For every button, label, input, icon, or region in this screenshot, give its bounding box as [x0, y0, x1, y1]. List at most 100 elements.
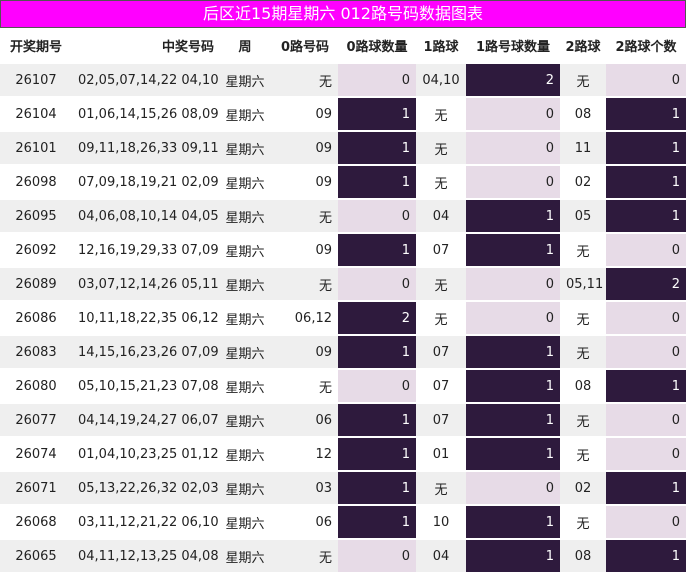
route2-numbers-cell: 无 — [560, 334, 606, 369]
route0-count-cell: 1 — [338, 334, 416, 369]
route0-count-cell: 1 — [338, 130, 416, 165]
route2-numbers-cell: 无 — [560, 504, 606, 539]
route0-count-cell: 1 — [338, 436, 416, 471]
header-route1-count: 1路号球数量 — [475, 39, 551, 55]
route2-numbers-cell: 05,11 — [560, 266, 606, 301]
issue-cell: 26086 — [0, 300, 72, 335]
numbers-cell: 02,05,07,14,22 04,10 — [72, 62, 219, 97]
issue-cell: 26083 — [0, 334, 72, 369]
route0-count-cell: 1 — [338, 164, 416, 199]
route1-count-cell: 1 — [466, 504, 560, 539]
route1-numbers-cell: 01 — [416, 436, 466, 471]
table-row: 26092 12,16,19,29,33 07,09 星期六 09 1 07 1 无 0 — [0, 232, 686, 267]
route1-count-cell: 1 — [466, 436, 560, 471]
route2-count-cell: 0 — [606, 402, 686, 437]
route1-count-cell: 0 — [466, 96, 560, 131]
week-cell: 星期六 — [218, 96, 272, 131]
numbers-cell: 01,04,10,23,25 01,12 — [72, 436, 219, 471]
week-cell: 星期六 — [218, 62, 272, 97]
route0-numbers-cell: 无 — [272, 266, 338, 301]
route0-numbers-cell: 无 — [272, 62, 338, 97]
numbers-cell: 12,16,19,29,33 07,09 — [72, 232, 219, 267]
route0-numbers-cell: 06,12 — [272, 300, 338, 335]
route0-count-cell: 1 — [338, 402, 416, 437]
route2-count-cell: 1 — [606, 130, 686, 165]
route0-count-cell: 1 — [338, 504, 416, 539]
route1-numbers-cell: 无 — [416, 266, 466, 301]
table-row: 26083 14,15,16,23,26 07,09 星期六 09 1 07 1 无 0 — [0, 334, 686, 369]
route1-count-cell: 0 — [466, 300, 560, 335]
week-cell: 星期六 — [218, 266, 272, 301]
route1-numbers-cell: 07 — [416, 402, 466, 437]
table-row: 26086 10,11,18,22,35 06,12 星期六 06,12 2 无 0 无 0 — [0, 300, 686, 335]
numbers-cell: 05,13,22,26,32 02,03 — [72, 470, 219, 505]
route0-numbers-cell: 无 — [272, 198, 338, 233]
route2-count-cell: 0 — [606, 334, 686, 369]
route2-numbers-cell: 02 — [560, 470, 606, 505]
table-row: 26101 09,11,18,26,33 09,11 星期六 09 1 无 0 11 1 — [0, 130, 686, 165]
route0-numbers-cell: 09 — [272, 96, 338, 131]
route2-count-cell: 2 — [606, 266, 686, 301]
table-row: 26071 05,13,22,26,32 02,03 星期六 03 1 无 0 02 1 — [0, 470, 686, 505]
route1-numbers-cell: 无 — [416, 470, 466, 505]
issue-cell: 26065 — [0, 538, 72, 572]
route1-numbers-cell: 07 — [416, 368, 466, 403]
week-cell: 星期六 — [218, 300, 272, 335]
header-route1-numbers: 1路球 — [423, 39, 459, 55]
route-data-table: 开奖期号 中奖号码 周 0路号码 0路球数量 1路球 1路号球数量 2路球 2路… — [0, 28, 686, 572]
numbers-cell: 10,11,18,22,35 06,12 — [72, 300, 219, 335]
route0-numbers-cell: 03 — [272, 470, 338, 505]
route0-count-cell: 0 — [338, 538, 416, 572]
numbers-cell: 01,06,14,15,26 08,09 — [72, 96, 219, 131]
header-route0-numbers: 0路号码 — [280, 39, 330, 55]
issue-cell: 26101 — [0, 130, 72, 165]
route1-count-cell: 0 — [466, 130, 560, 165]
issue-cell: 26071 — [0, 470, 72, 505]
issue-cell: 26095 — [0, 198, 72, 233]
route1-numbers-cell: 10 — [416, 504, 466, 539]
chart-title: 后区近15期星期六 012路号码数据图表 — [0, 0, 686, 28]
issue-cell: 26089 — [0, 266, 72, 301]
route2-numbers-cell: 05 — [560, 198, 606, 233]
route1-count-cell: 1 — [466, 538, 560, 572]
table-row: 26077 04,14,19,24,27 06,07 星期六 06 1 07 1 无 0 — [0, 402, 686, 437]
route1-count-cell: 0 — [466, 266, 560, 301]
route2-numbers-cell: 08 — [560, 96, 606, 131]
numbers-cell: 14,15,16,23,26 07,09 — [72, 334, 219, 369]
table-row: 26104 01,06,14,15,26 08,09 星期六 09 1 无 0 08 1 — [0, 96, 686, 131]
route1-numbers-cell: 无 — [416, 130, 466, 165]
route1-numbers-cell: 04 — [416, 538, 466, 572]
table-row: 26074 01,04,10,23,25 01,12 星期六 12 1 01 1 无 0 — [0, 436, 686, 471]
route1-numbers-cell: 无 — [416, 164, 466, 199]
route1-count-cell: 1 — [466, 232, 560, 267]
route0-count-cell: 0 — [338, 368, 416, 403]
route2-numbers-cell: 无 — [560, 402, 606, 437]
route1-count-cell: 1 — [466, 402, 560, 437]
route2-count-cell: 0 — [606, 232, 686, 267]
route2-count-cell: 0 — [606, 436, 686, 471]
route2-count-cell: 1 — [606, 198, 686, 233]
route0-count-cell: 2 — [338, 300, 416, 335]
route1-numbers-cell: 07 — [416, 334, 466, 369]
week-cell: 星期六 — [218, 504, 272, 539]
route2-count-cell: 1 — [606, 538, 686, 572]
route2-count-cell: 1 — [606, 470, 686, 505]
route0-numbers-cell: 09 — [272, 164, 338, 199]
issue-cell: 26077 — [0, 402, 72, 437]
route1-count-cell: 2 — [466, 62, 560, 97]
issue-cell: 26080 — [0, 368, 72, 403]
issue-cell: 26074 — [0, 436, 72, 471]
header-week: 周 — [238, 39, 252, 55]
header-issue: 开奖期号 — [9, 39, 62, 55]
table-row: 26080 05,10,15,21,23 07,08 星期六无 0 07 1 08 1 — [0, 368, 686, 403]
route1-numbers-cell: 04 — [416, 198, 466, 233]
numbers-cell: 05,10,15,21,23 07,08 — [72, 368, 219, 403]
route0-count-cell: 0 — [338, 62, 416, 97]
numbers-cell: 09,11,18,26,33 09,11 — [72, 130, 219, 165]
route0-numbers-cell: 12 — [272, 436, 338, 471]
table-row: 26098 07,09,18,19,21 02,09 星期六 09 1 无 0 02 1 — [0, 164, 686, 199]
route2-numbers-cell: 11 — [560, 130, 606, 165]
route0-count-cell: 0 — [338, 198, 416, 233]
week-cell: 星期六 — [218, 402, 272, 437]
route1-count-cell: 1 — [466, 368, 560, 403]
